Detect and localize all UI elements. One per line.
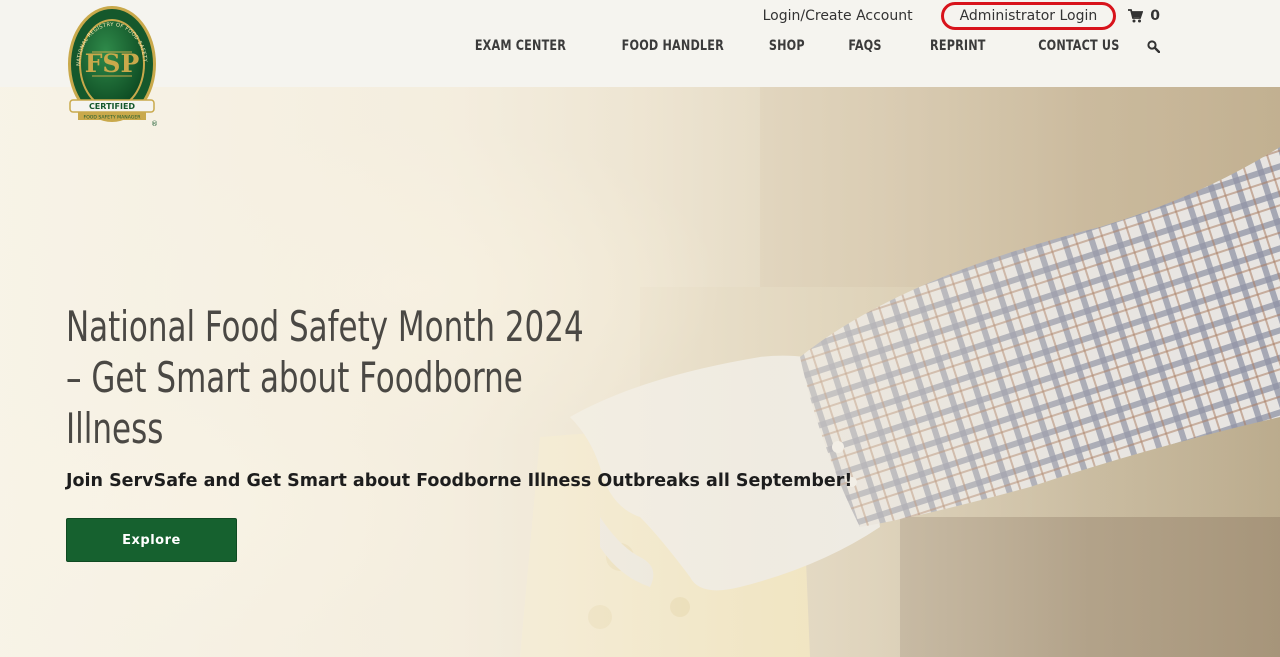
cart-button[interactable]: 0 xyxy=(1128,8,1160,24)
explore-button[interactable]: Explore xyxy=(66,518,237,562)
nav-exam-center[interactable]: EXAM CENTER xyxy=(474,38,565,54)
nav-food-handler[interactable]: FOOD HANDLER xyxy=(621,38,723,54)
cart-icon xyxy=(1128,9,1144,23)
fsp-logo[interactable]: NATIONAL REGISTRY OF FOOD SAFETY PROFESS… xyxy=(64,0,158,130)
hero-title-line-3: Illness xyxy=(66,404,164,453)
logo-subtitle: FOOD SAFETY MANAGER xyxy=(84,115,142,121)
hero-subtitle: Join ServSafe and Get Smart about Foodbo… xyxy=(66,471,853,491)
search-icon xyxy=(1147,39,1160,53)
nav-reprint[interactable]: REPRINT xyxy=(930,38,986,54)
administrator-login-link[interactable]: Administrator Login xyxy=(960,8,1098,24)
cart-count: 0 xyxy=(1150,8,1160,24)
utility-nav: Login/Create Account Administrator Login… xyxy=(763,2,1160,30)
hero-title: National Food Safety Month 2024 – Get Sm… xyxy=(66,301,624,454)
login-create-account-link[interactable]: Login/Create Account xyxy=(763,8,913,24)
hero-title-line-2: – Get Smart about Foodborne xyxy=(66,353,523,402)
search-button[interactable] xyxy=(1147,39,1160,53)
logo-letters: FSP xyxy=(85,49,140,78)
administrator-login-highlight[interactable]: Administrator Login xyxy=(940,2,1117,30)
nav-shop[interactable]: SHOP xyxy=(768,38,804,54)
site-header: Login/Create Account Administrator Login… xyxy=(0,0,1280,87)
logo-registered-mark: ® xyxy=(151,120,158,128)
main-nav: EXAM CENTER FOOD HANDLER SHOP FAQS REPRI… xyxy=(421,38,1160,54)
hero-banner: National Food Safety Month 2024 – Get Sm… xyxy=(0,87,1280,657)
nav-contact-us[interactable]: CONTACT US xyxy=(1038,38,1119,54)
logo-banner: CERTIFIED xyxy=(89,102,135,111)
hero-title-line-1: National Food Safety Month 2024 xyxy=(66,302,584,351)
nav-faqs[interactable]: FAQS xyxy=(849,38,882,54)
